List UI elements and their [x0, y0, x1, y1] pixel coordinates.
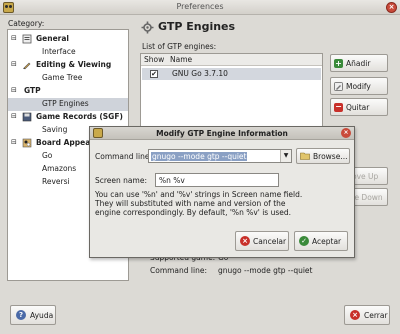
engine-name: GNU Go 3.7.10 — [172, 69, 228, 78]
tree-item-game-tree[interactable]: Game Tree — [8, 72, 128, 85]
tree-item-label: Interface — [42, 47, 76, 56]
tree-item-label: GTP — [24, 86, 41, 95]
category-label: Category: — [8, 19, 45, 28]
move-up-button-label: ove Up — [352, 171, 379, 181]
close-icon: × — [350, 310, 360, 320]
screen-name-input[interactable]: %n %v — [155, 173, 279, 187]
expander-icon[interactable]: ⊟ — [11, 86, 19, 94]
command-line-value[interactable]: gnugo --mode gtp --quiet — [151, 152, 248, 161]
add-button[interactable]: + Añadir — [330, 54, 388, 72]
show-checkbox[interactable]: ✔ — [150, 70, 158, 78]
modify-button-label: Modify — [346, 81, 371, 91]
tree-item-label: General — [36, 34, 69, 43]
window-titlebar: Preferences × — [0, 0, 400, 15]
folder-icon — [300, 152, 310, 160]
help-line: You can use '%n' and '%v' strings in Scr… — [95, 190, 303, 199]
tree-item-general[interactable]: ⊟ General — [8, 33, 128, 46]
modify-icon — [334, 81, 343, 91]
tree-item-label: GTP Engines — [42, 99, 89, 108]
accept-button-label: Aceptar — [312, 236, 342, 246]
tree-item-editing-viewing[interactable]: ⊟ Editing & Viewing — [8, 59, 128, 72]
expander-icon[interactable]: ⊟ — [11, 34, 19, 42]
page-title: GTP Engines — [158, 20, 236, 33]
browse-button-label: Browse... — [313, 151, 348, 161]
tree-item-label: Game Tree — [42, 73, 83, 82]
cancel-icon: × — [240, 236, 250, 246]
column-header-name[interactable]: Name — [170, 55, 192, 64]
modify-button[interactable]: Modify — [330, 77, 388, 95]
tree-item-label: Reversi — [42, 177, 70, 186]
dialog-titlebar: Modify GTP Engine Information × — [90, 127, 354, 140]
tree-item-gtp[interactable]: ⊟ GTP — [8, 85, 128, 98]
column-header-show[interactable]: Show — [144, 55, 164, 64]
cancel-button[interactable]: × Cancelar — [235, 231, 289, 251]
window-close-icon[interactable]: × — [386, 2, 397, 13]
save-icon — [22, 112, 32, 122]
help-line: engine correspondingly. By default, '%n … — [95, 208, 292, 217]
help-button-label: Ayuda — [30, 310, 54, 320]
tree-item-game-records[interactable]: ⊟ Game Records (SGF) — [8, 111, 128, 124]
command-line-label: Command line: — [95, 152, 152, 161]
command-line-value: gnugo --mode gtp --quiet — [218, 266, 313, 275]
window-title: Preferences — [176, 2, 224, 11]
tree-item-gtp-engines[interactable]: GTP Engines — [8, 98, 128, 111]
browse-button[interactable]: Browse... — [296, 148, 350, 164]
tree-item-label: Editing & Viewing — [36, 60, 112, 69]
tree-item-label: Game Records (SGF) — [36, 112, 123, 121]
dialog-close-icon[interactable]: × — [341, 128, 351, 138]
command-line-combobox[interactable]: gnugo --mode gtp --quiet ▼ — [148, 149, 292, 163]
close-button-label: Cerrar — [364, 310, 388, 320]
accept-button[interactable]: ✓ Aceptar — [294, 231, 348, 251]
add-button-label: Añadir — [346, 58, 371, 68]
help-button[interactable]: ? Ayuda — [10, 305, 56, 325]
remove-icon: − — [334, 101, 343, 112]
cancel-button-label: Cancelar — [253, 236, 287, 246]
expander-icon[interactable]: ⊟ — [11, 138, 19, 146]
tree-item-label: Saving — [42, 125, 68, 134]
tree-item-label: Go — [42, 151, 53, 160]
tree-item-label: Amazons — [42, 164, 77, 173]
command-line-detail: Command line: gnugo --mode gtp --quiet — [150, 266, 312, 275]
tree-item-label: Board Appea — [36, 138, 91, 147]
expander-icon[interactable]: ⊟ — [11, 112, 19, 120]
gtp-engine-icon — [141, 21, 154, 34]
tree-item-interface[interactable]: Interface — [8, 46, 128, 59]
accept-icon: ✓ — [299, 236, 309, 246]
remove-button[interactable]: − Quitar — [330, 98, 388, 116]
add-icon: + — [334, 58, 343, 68]
command-line-caption: Command line: — [150, 266, 207, 275]
engine-list-label: List of GTP engines: — [142, 42, 217, 51]
close-button[interactable]: × Cerrar — [344, 305, 390, 325]
screen-name-help: You can use '%n' and '%v' strings in Scr… — [95, 190, 345, 217]
help-icon: ? — [16, 310, 26, 320]
pencil-icon — [23, 62, 31, 70]
dialog-title: Modify GTP Engine Information — [156, 129, 288, 138]
screen-name-label: Screen name: — [95, 176, 147, 185]
expander-icon[interactable]: ⊟ — [11, 60, 19, 68]
engine-row[interactable]: ✔ GNU Go 3.7.10 — [142, 68, 321, 80]
modify-engine-dialog: Modify GTP Engine Information × Command … — [89, 126, 355, 258]
remove-button-label: Quitar — [346, 102, 370, 112]
dropdown-arrow-icon[interactable]: ▼ — [280, 150, 291, 162]
list-header: Show Name — [141, 54, 322, 66]
help-line: They will substituted with name and vers… — [95, 199, 286, 208]
general-icon — [22, 34, 32, 44]
board-icon — [22, 138, 32, 148]
